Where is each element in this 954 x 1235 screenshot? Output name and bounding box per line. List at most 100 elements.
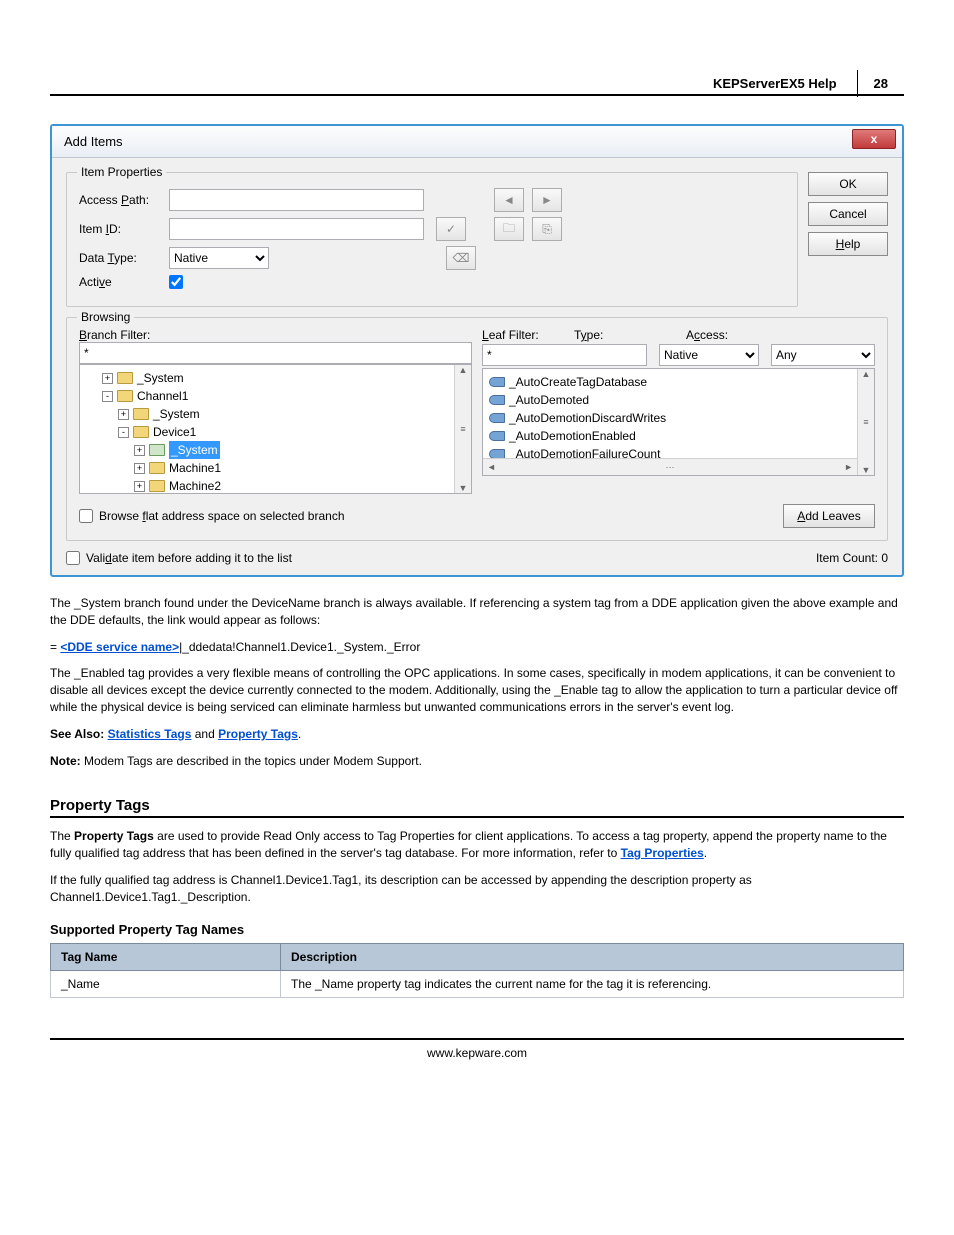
page-number: 28 (857, 70, 904, 97)
leaf-item[interactable]: _AutoDemoted (489, 391, 868, 409)
access-path-label: Access Path: (79, 193, 169, 207)
copy-icon[interactable]: ⎘ (532, 217, 562, 241)
item-properties-group: Item Properties Access Path: ◄ ► Item ID… (66, 172, 798, 307)
tag-icon (489, 395, 505, 405)
browse-flat-label: Browse flat address space on selected br… (99, 509, 345, 523)
expand-icon[interactable]: - (102, 391, 113, 402)
validate-checkbox[interactable] (66, 551, 80, 565)
delete-icon[interactable]: ⌫ (446, 246, 476, 270)
validate-label: Validate item before adding it to the li… (86, 551, 292, 565)
ok-button[interactable]: OK (808, 172, 888, 196)
type-select[interactable]: Native (659, 344, 759, 366)
leaf-item[interactable]: _AutoCreateTagDatabase (489, 373, 868, 391)
tree-label: Machine2 (169, 477, 221, 494)
data-type-select[interactable]: Native (169, 247, 269, 269)
item-id-input[interactable] (169, 218, 424, 240)
folder-icon (117, 372, 133, 384)
folder-icon (133, 408, 149, 420)
statistics-tags-link[interactable]: Statistics Tags (108, 727, 192, 741)
tree-item[interactable]: + _System (86, 405, 465, 423)
property-tags-table: Tag Name Description _Name The _Name pro… (50, 943, 904, 998)
table-cell: The _Name property tag indicates the cur… (281, 970, 904, 997)
help-button[interactable]: Help (808, 232, 888, 256)
tree-label: _System (169, 441, 220, 459)
item-count: Item Count: 0 (816, 551, 888, 565)
tag-icon (489, 413, 505, 423)
new-folder-icon[interactable]: 🗀 (494, 217, 524, 241)
table-cell: _Name (51, 970, 281, 997)
browsing-legend: Browsing (77, 310, 134, 324)
folder-icon (117, 390, 133, 402)
tree-item[interactable]: + _System (86, 369, 465, 387)
property-tags-link[interactable]: Property Tags (218, 727, 298, 741)
expand-icon[interactable]: + (134, 445, 145, 456)
paragraph: If the fully qualified tag address is Ch… (50, 872, 904, 906)
code-line: = <DDE service name>|_ddedata!Channel1.D… (50, 639, 904, 656)
expand-icon[interactable]: + (134, 463, 145, 474)
leaf-item[interactable]: _AutoDemotionEnabled (489, 427, 868, 445)
paragraph: The Property Tags are used to provide Re… (50, 828, 904, 862)
folder-icon (133, 426, 149, 438)
branch-filter-input[interactable] (79, 342, 472, 364)
access-label: Access: (686, 328, 875, 342)
active-checkbox[interactable] (169, 275, 183, 289)
paragraph: The _Enabled tag provides a very flexibl… (50, 665, 904, 715)
tree-item[interactable]: - Channel1 (86, 387, 465, 405)
leaf-label: _AutoDemotionDiscardWrites (509, 409, 666, 427)
leaf-label: _AutoDemotionEnabled (509, 427, 636, 445)
leaf-label: _AutoDemoted (509, 391, 589, 409)
tree-item[interactable]: + Machine1 (86, 459, 465, 477)
browse-flat-checkbox[interactable] (79, 509, 93, 523)
next-icon[interactable]: ► (532, 188, 562, 212)
tree-label: Channel1 (137, 387, 188, 405)
tag-icon (489, 431, 505, 441)
leaf-filter-input[interactable] (482, 344, 647, 366)
access-select[interactable]: Any (771, 344, 875, 366)
tree-label: _System (153, 405, 200, 423)
header-title: KEPServerEX5 Help (713, 76, 857, 91)
expand-icon[interactable]: + (118, 409, 129, 420)
leaf-label: _AutoCreateTagDatabase (509, 373, 647, 391)
item-properties-legend: Item Properties (77, 165, 166, 179)
data-type-label: Data Type: (79, 251, 169, 265)
active-label: Active (79, 275, 169, 289)
tree-scrollbar[interactable]: ▲≡▼ (454, 365, 471, 493)
tree-item[interactable]: + Machine2 (86, 477, 465, 494)
dde-service-link[interactable]: <DDE service name> (60, 640, 179, 654)
paragraph: The _System branch found under the Devic… (50, 595, 904, 629)
footer-url: www.kepware.com (50, 1038, 904, 1060)
leaf-list[interactable]: _AutoCreateTagDatabase_AutoDemoted_AutoD… (482, 368, 875, 476)
leaf-filter-label: Leaf Filter: (482, 328, 562, 342)
expand-icon[interactable]: + (102, 373, 113, 384)
branch-tree[interactable]: + _System - Channel1 + _System - Device1 + _Syste… (79, 364, 472, 494)
expand-icon[interactable]: + (134, 481, 145, 492)
section-heading: Property Tags (50, 797, 904, 818)
tree-item[interactable]: - Device1 (86, 423, 465, 441)
prev-icon[interactable]: ◄ (494, 188, 524, 212)
leaf-scrollbar-v[interactable]: ▲≡▼ (857, 369, 874, 475)
close-icon[interactable]: x (852, 129, 896, 149)
check-icon[interactable]: ✓ (436, 217, 466, 241)
cancel-button[interactable]: Cancel (808, 202, 888, 226)
tree-item[interactable]: + _System (86, 441, 465, 459)
expand-icon[interactable]: - (118, 427, 129, 438)
tree-label: Device1 (153, 423, 196, 441)
leaf-item[interactable]: _AutoDemotionDiscardWrites (489, 409, 868, 427)
table-header-tagname: Tag Name (51, 943, 281, 970)
tag-icon (489, 377, 505, 387)
tree-label: Machine1 (169, 459, 221, 477)
leaf-scrollbar-h[interactable]: ◄···► (483, 458, 857, 475)
table-header-description: Description (281, 943, 904, 970)
browsing-group: Browsing Branch Filter: +_System-Channel… (66, 317, 888, 541)
item-id-label: Item ID: (79, 222, 169, 236)
access-path-input[interactable] (169, 189, 424, 211)
folder-icon (149, 444, 165, 456)
tag-properties-link[interactable]: Tag Properties (621, 846, 704, 860)
add-leaves-button[interactable]: Add Leaves (783, 504, 875, 528)
dialog-title: Add Items (64, 134, 123, 149)
tree-label: _System (137, 369, 184, 387)
type-label: Type: (574, 328, 674, 342)
folder-icon (149, 480, 165, 492)
add-items-dialog: Add Items x Item Properties Access Path:… (50, 124, 904, 577)
branch-filter-label: Branch Filter: (79, 328, 472, 342)
